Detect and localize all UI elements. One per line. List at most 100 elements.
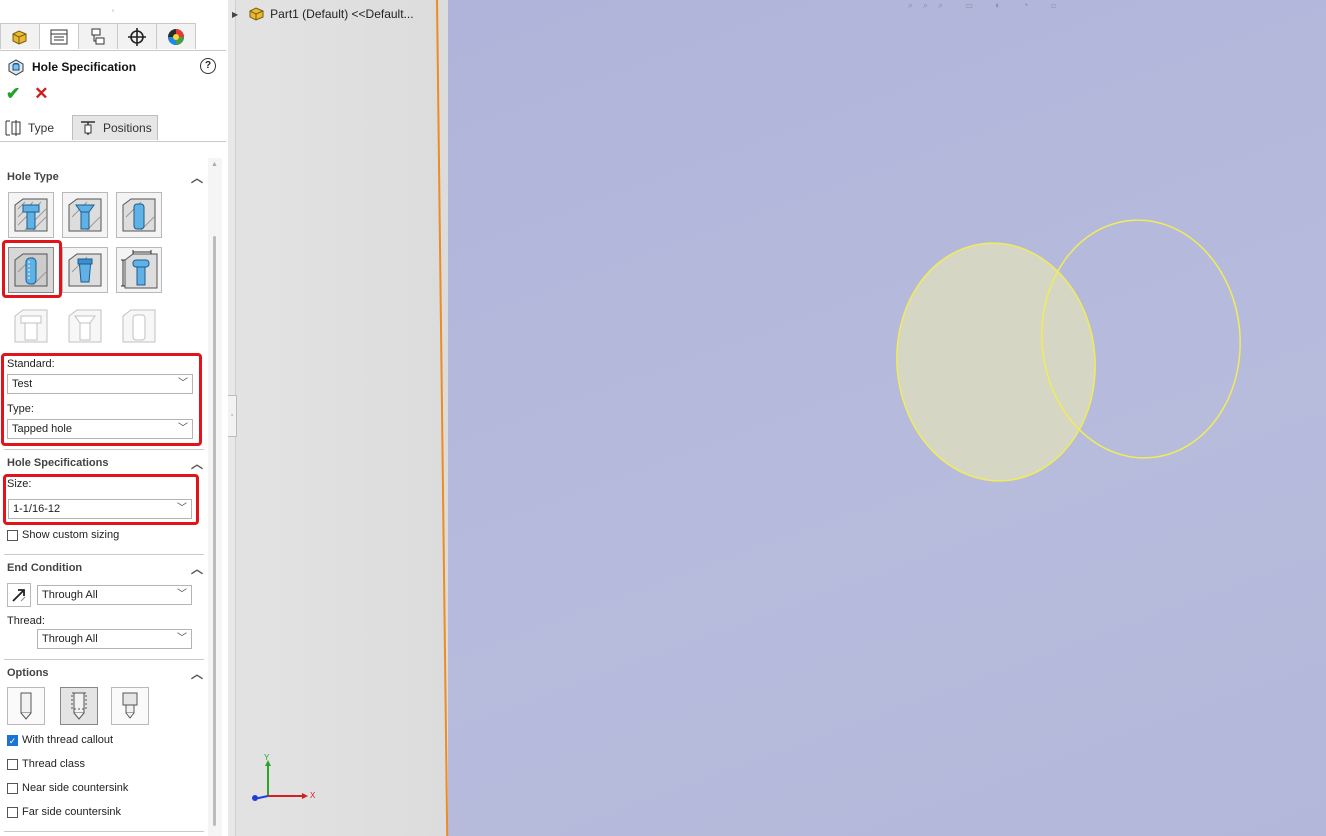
thread-select[interactable]: Through All ﹀ <box>37 629 192 649</box>
triad-x-label: X <box>310 791 316 800</box>
cosmetic-thread-button[interactable] <box>60 687 98 725</box>
thread-label: Thread: <box>7 615 45 627</box>
help-icon[interactable]: ? <box>200 58 216 74</box>
thread-class-label: Thread class <box>22 758 85 770</box>
scrollbar-thumb[interactable] <box>213 236 216 826</box>
chevron-down-icon: ﹀ <box>177 589 187 600</box>
reverse-direction-icon <box>12 589 26 602</box>
checkbox-box[interactable] <box>7 529 18 541</box>
hole-type-section-header[interactable]: Hole Type ︿ <box>7 171 203 187</box>
manager-tabs <box>0 23 226 51</box>
highlight-box-standard-type <box>1 353 202 446</box>
hole-type-legacy-button[interactable] <box>116 247 162 293</box>
countersink-slot-icon <box>68 309 102 343</box>
hole-wizard-icon <box>8 59 24 76</box>
counterbore-icon <box>14 198 48 232</box>
feature-manager-tab[interactable] <box>0 23 40 49</box>
tap-drill-diameter-button[interactable] <box>7 687 45 725</box>
axis-triad-icon: Y X <box>252 753 316 801</box>
display-manager-tab[interactable] <box>156 23 196 49</box>
type-tab-icon <box>5 119 21 136</box>
configuration-manager-tab[interactable] <box>78 23 118 49</box>
remove-thread-button[interactable] <box>111 687 149 725</box>
hole-circle-filled[interactable] <box>887 235 1105 489</box>
crosshair-icon <box>128 27 146 46</box>
checkbox-box[interactable] <box>7 806 18 818</box>
hole-type-hole-button[interactable] <box>116 192 162 238</box>
collapse-chevron-icon[interactable]: ︿ <box>191 455 203 472</box>
section-divider <box>4 449 204 450</box>
property-manager-tab[interactable] <box>39 23 79 49</box>
far-side-label: Far side countersink <box>22 806 122 818</box>
tree-root-label: Part1 (Default) <<Default... <box>270 7 414 21</box>
hole-specifications-section-header[interactable]: Hole Specifications ︿ <box>7 457 203 473</box>
hole-type-slot-button[interactable] <box>116 303 162 349</box>
legacy-hole-icon <box>121 250 158 289</box>
thread-class-checkbox[interactable]: Thread class <box>7 758 85 770</box>
flyout-collapse-handle[interactable]: ◦ <box>228 395 237 437</box>
thread-callout-label: With thread callout <box>22 734 114 746</box>
hole-type-countersink-slot-button[interactable] <box>62 303 108 349</box>
checkbox-box[interactable] <box>7 782 18 794</box>
end-condition-select[interactable]: Through All ﹀ <box>37 585 192 605</box>
hole-specifications-title: Hole Specifications <box>7 457 109 469</box>
tab-type[interactable]: Type <box>4 115 72 140</box>
part-icon <box>249 7 264 21</box>
cancel-button[interactable]: ✕ <box>34 84 48 104</box>
hole-icon <box>122 198 156 232</box>
near-side-label: Near side countersink <box>22 782 129 794</box>
expand-arrow-icon[interactable]: ▶ <box>232 10 238 19</box>
page-title: Hole Specification <box>32 60 137 74</box>
hole-type-countersink-button[interactable] <box>62 192 108 238</box>
collapse-chevron-icon[interactable]: ︿ <box>191 665 203 682</box>
thread-value: Through All <box>42 633 98 645</box>
tree-root-item[interactable]: ▶ Part1 (Default) <<Default... <box>232 6 414 22</box>
end-condition-section-header[interactable]: End Condition ︿ <box>7 562 203 578</box>
remove-thread-icon <box>122 692 138 719</box>
sketch-canvas <box>887 219 1241 489</box>
property-manager-panel: ◦ Hole Specification ? ✔ ✕ Type Position… <box>0 0 229 836</box>
section-divider <box>4 831 204 832</box>
hole-type-title: Hole Type <box>7 171 59 183</box>
options-section-header[interactable]: Options ︿ <box>7 667 203 683</box>
section-divider <box>4 659 204 660</box>
dimxpert-tab[interactable] <box>117 23 157 49</box>
slot-icon <box>122 309 156 343</box>
hole-type-counterbore-button[interactable] <box>8 192 54 238</box>
hole-type-tapered-tap-button[interactable] <box>62 247 108 293</box>
near-side-countersink-checkbox[interactable]: Near side countersink <box>7 782 128 794</box>
highlight-box-selected-type <box>2 240 62 298</box>
custom-sizing-checkbox[interactable]: Show custom sizing <box>7 529 119 541</box>
panel-grip-icon[interactable]: ◦ <box>0 4 226 18</box>
end-condition-title: End Condition <box>7 562 83 574</box>
reverse-direction-button[interactable] <box>7 583 31 607</box>
config-icon <box>91 28 105 44</box>
countersink-icon <box>68 198 102 232</box>
checkbox-box[interactable] <box>7 758 18 770</box>
feature-tree-flyout: ◦ ▶ Part1 (Default) <<Default... Y X <box>228 0 448 836</box>
checkbox-checked-icon[interactable]: ✓ <box>7 734 18 746</box>
tap-drill-icon <box>20 692 32 720</box>
positions-tab-icon <box>81 121 95 135</box>
tab-positions-label: Positions <box>103 121 152 135</box>
cosmetic-thread-icon <box>71 692 87 720</box>
part-icon <box>12 29 27 45</box>
hole-type-counterbore-slot-button[interactable] <box>8 303 54 349</box>
far-side-countersink-checkbox[interactable]: Far side countersink <box>7 806 121 818</box>
triad-y-label: Y <box>264 753 270 762</box>
graphics-viewport[interactable]: ⌕⌕⌕ ▭ ◐ ◔ ◻ <box>448 0 1326 836</box>
highlight-box-size <box>3 474 199 525</box>
feature-tabs: Type Positions <box>0 115 226 142</box>
tapered-tap-icon <box>68 253 102 287</box>
scroll-up-icon[interactable]: ▲ <box>211 161 218 168</box>
panel-scrollbar[interactable]: ▲ <box>208 158 222 836</box>
list-icon <box>50 29 68 44</box>
appearance-icon <box>168 28 184 45</box>
ok-button[interactable]: ✔ <box>6 84 20 104</box>
collapse-chevron-icon[interactable]: ︿ <box>191 169 203 186</box>
tab-positions[interactable]: Positions <box>72 115 158 140</box>
thread-callout-checkbox[interactable]: ✓ With thread callout <box>7 734 113 746</box>
end-condition-value: Through All <box>42 589 98 601</box>
custom-sizing-label: Show custom sizing <box>22 529 120 541</box>
collapse-chevron-icon[interactable]: ︿ <box>191 560 203 577</box>
